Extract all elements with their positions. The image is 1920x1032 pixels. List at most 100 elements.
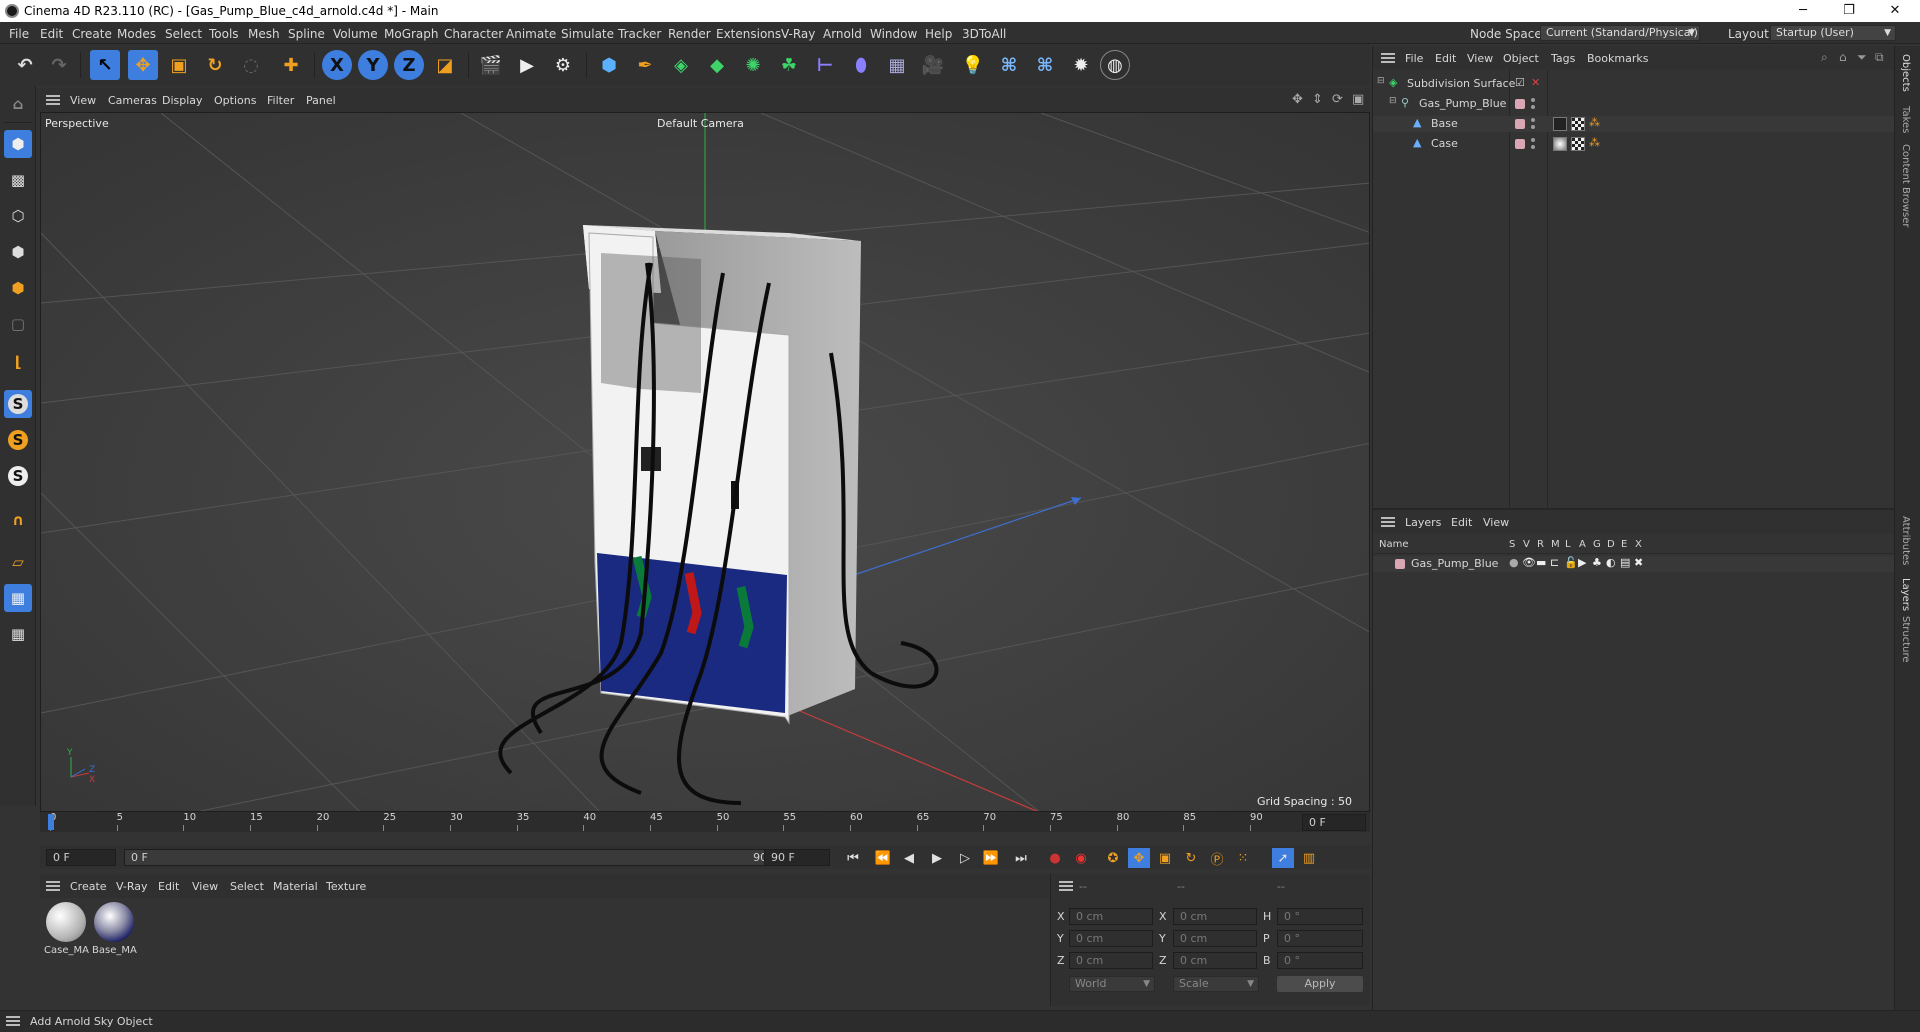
layout-dropdown[interactable]: Startup (User) ▼ xyxy=(1770,25,1896,41)
spline-pen-button[interactable]: ✒ xyxy=(630,50,660,80)
hamburger-icon[interactable] xyxy=(6,1016,20,1026)
material-menu-view[interactable]: View xyxy=(192,880,218,893)
viewport-camera-label[interactable]: Default Camera xyxy=(657,117,744,130)
magnet-tool-button[interactable]: ∩ xyxy=(4,506,32,534)
solo-dot-icon[interactable]: ● xyxy=(1509,556,1519,569)
apply-button[interactable]: Apply xyxy=(1277,976,1363,992)
objects-menu-tags[interactable]: Tags xyxy=(1551,52,1575,65)
menu-spline[interactable]: Spline xyxy=(288,27,325,41)
hamburger-icon[interactable] xyxy=(1059,881,1073,891)
snap-workplane-button[interactable]: S xyxy=(4,462,32,490)
viewport-menu-options[interactable]: Options xyxy=(214,94,256,107)
expression-icon[interactable]: ▤ xyxy=(1620,556,1630,569)
workplane-button[interactable]: ▱ xyxy=(4,548,32,576)
motion-path-button[interactable]: ➚ xyxy=(1272,848,1294,868)
edit-check-icon[interactable]: ☑ xyxy=(1515,76,1525,89)
lock-icon[interactable]: 🔓 xyxy=(1564,556,1578,569)
end-frame-field[interactable]: 90 F xyxy=(764,849,830,866)
rotation-h-field[interactable]: 0 ° xyxy=(1277,908,1363,925)
move-tool-button[interactable]: ✥ xyxy=(128,50,158,80)
menu-volume[interactable]: Volume xyxy=(333,27,378,41)
key-rotation-button[interactable]: ↻ xyxy=(1180,848,1202,868)
visibility-render-dot[interactable] xyxy=(1531,145,1535,149)
disabled-x-icon[interactable]: ✕ xyxy=(1531,76,1540,89)
polygons-mode-button[interactable]: ⬢ xyxy=(4,274,32,302)
menu-render[interactable]: Render xyxy=(668,27,711,41)
size-z-field[interactable]: 0 cm xyxy=(1173,952,1257,969)
menu-3dtoall[interactable]: 3DToAll xyxy=(962,27,1006,41)
z-axis-button[interactable]: Z xyxy=(394,50,424,80)
undo-button[interactable]: ↶ xyxy=(10,50,40,80)
transform-tool-button[interactable]: ✚ xyxy=(276,50,306,80)
rotate-tool-button[interactable]: ↻ xyxy=(200,50,230,80)
eye-icon[interactable]: 👁 xyxy=(1522,556,1536,569)
points-mode-button[interactable]: ⬡ xyxy=(4,202,32,230)
minimize-button[interactable]: ─ xyxy=(1780,0,1826,22)
hamburger-icon[interactable] xyxy=(1381,53,1395,63)
visibility-editor-dot[interactable] xyxy=(1531,118,1535,122)
menu-modes[interactable]: Modes xyxy=(117,27,156,41)
redo-button[interactable]: ↷ xyxy=(44,50,74,80)
material-menu-create[interactable]: Create xyxy=(70,880,107,893)
menu-edit[interactable]: Edit xyxy=(40,27,63,41)
3d-viewport[interactable]: Perspective Default Camera Grid Spacing … xyxy=(40,112,1370,812)
y-axis-button[interactable]: Y xyxy=(358,50,388,80)
texture-mode-button[interactable]: ▩ xyxy=(4,166,32,194)
cube-object-button[interactable]: ⬢ xyxy=(594,50,624,80)
material-menu-material[interactable]: Material xyxy=(273,880,318,893)
x-axis-button[interactable]: X xyxy=(322,50,352,80)
position-x-field[interactable]: 0 cm xyxy=(1069,908,1153,925)
tab-layers[interactable]: Layers xyxy=(1900,578,1911,611)
xref-icon[interactable]: ✖ xyxy=(1634,556,1643,569)
visibility-editor-dot[interactable] xyxy=(1531,138,1535,142)
extrude-button[interactable]: ◆ xyxy=(702,50,732,80)
expand-icon[interactable]: ⧉ xyxy=(1875,50,1884,65)
hamburger-icon[interactable] xyxy=(1381,517,1395,527)
size-y-field[interactable]: 0 cm xyxy=(1173,930,1257,947)
array-button[interactable]: ☘ xyxy=(774,50,804,80)
menu-mesh[interactable]: Mesh xyxy=(248,27,280,41)
viewport-menu-display[interactable]: Display xyxy=(162,94,203,107)
edges-mode-button[interactable]: ⬢ xyxy=(4,238,32,266)
timeline-window-button[interactable]: ▥ xyxy=(1298,848,1320,868)
position-y-field[interactable]: 0 cm xyxy=(1069,930,1153,947)
subdivision-button[interactable]: ◈ xyxy=(666,50,696,80)
camera-button[interactable]: 🎥 xyxy=(918,50,948,80)
objects-menu-bookmarks[interactable]: Bookmarks xyxy=(1587,52,1648,65)
dolly-view-icon[interactable]: ⇕ xyxy=(1312,92,1323,107)
viewport-menu-panel[interactable]: Panel xyxy=(306,94,336,107)
viewport-menu-cameras[interactable]: Cameras xyxy=(108,94,157,107)
object-row-subdivision-surface[interactable]: ⊟ ◈ Subdivision Surface ☑ ✕ xyxy=(1373,76,1895,92)
close-button[interactable]: ✕ xyxy=(1872,0,1918,22)
layer-color-swatch[interactable] xyxy=(1515,139,1525,149)
play-button[interactable]: ▶ xyxy=(926,848,948,868)
snap-button[interactable]: S xyxy=(4,390,32,418)
material-menu-select[interactable]: Select xyxy=(230,880,264,893)
start-frame-field[interactable]: 0 F xyxy=(46,849,116,866)
arnold-sky-button[interactable]: ✹ xyxy=(1066,50,1096,80)
menu-animate[interactable]: Animate xyxy=(506,27,556,41)
size-x-field[interactable]: 0 cm xyxy=(1173,908,1257,925)
menu-character[interactable]: Character xyxy=(444,27,503,41)
visibility-render-dot[interactable] xyxy=(1531,125,1535,129)
hamburger-icon[interactable] xyxy=(46,95,60,105)
tab-takes[interactable]: Takes xyxy=(1900,106,1911,133)
record-button[interactable]: ● xyxy=(1044,848,1066,868)
goto-end-button[interactable]: ⏭ xyxy=(1010,848,1032,868)
object-row-case[interactable]: ▲ Case ⁂ xyxy=(1373,136,1895,152)
render-view-button[interactable]: ▶ xyxy=(512,50,542,80)
selection-tool-button[interactable]: ↖ xyxy=(90,50,120,80)
phong-tag-icon[interactable]: ⁂ xyxy=(1589,116,1600,129)
layers-menu-layers[interactable]: Layers xyxy=(1405,516,1441,529)
uvw-tag-icon[interactable] xyxy=(1571,137,1585,151)
menu-select[interactable]: Select xyxy=(165,27,202,41)
tab-objects[interactable]: Objects xyxy=(1900,54,1911,92)
menu-file[interactable]: File xyxy=(9,27,29,41)
menu-arnold[interactable]: Arnold xyxy=(823,27,862,41)
material-case[interactable]: Case_MA xyxy=(44,902,89,964)
material-tag-icon[interactable] xyxy=(1553,117,1567,131)
hamburger-icon[interactable] xyxy=(46,881,60,891)
key-pla-button[interactable]: ⁙ xyxy=(1232,848,1254,868)
tab-structure[interactable]: Structure xyxy=(1900,616,1911,663)
menu-window[interactable]: Window xyxy=(870,27,917,41)
